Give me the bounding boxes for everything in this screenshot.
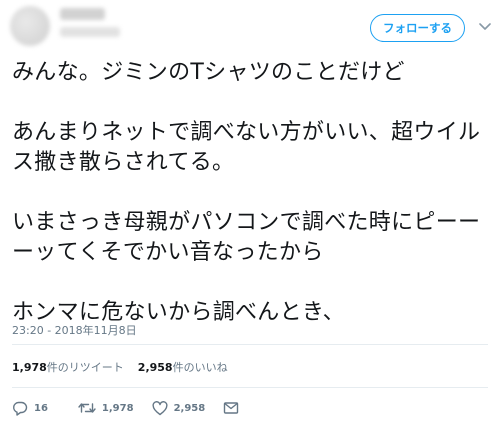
display-name-redacted[interactable] [60,8,105,20]
heart-icon [152,400,168,415]
retweet-stat-count: 1,978 [12,361,47,374]
direct-message-button[interactable] [223,401,239,415]
tweet-paragraph: いまさっき母親がパソコンで調べた時にピーーーッてくそでかい音なったから [12,210,481,265]
engagement-stats: 1,978件のリツイート 2,958件のいいね [12,359,228,375]
follow-button[interactable]: フォローする [370,14,465,42]
dm-icon [224,402,239,414]
tweet-card: フォローする みんな。ジミンのTシャツのことだけど あんまりネットで調べない方が… [0,0,500,427]
tweet-text: みんな。ジミンのTシャツのことだけど あんまりネットで調べない方がいい、超ウイル… [12,58,492,328]
retweet-button[interactable]: 1,978 [78,401,134,415]
divider [12,344,488,345]
reply-button[interactable]: 16 [12,401,48,416]
like-count: 2,958 [173,402,206,414]
reply-icon [13,401,28,416]
divider [12,387,488,388]
like-button[interactable]: 2,958 [152,400,206,416]
chevron-down-icon[interactable] [479,22,491,32]
retweet-stat[interactable]: 1,978件のリツイート [12,359,124,375]
action-bar: 16 1,978 2,958 [12,399,257,417]
like-stat[interactable]: 2,958件のいいね [138,359,228,375]
like-stat-label: 件のいいね [172,361,228,374]
tweet-timestamp[interactable]: 23:20 - 2018年11月8日 [12,322,137,338]
handle-redacted [60,27,120,37]
like-stat-count: 2,958 [137,361,173,374]
avatar[interactable] [10,6,50,46]
reply-count: 16 [34,402,48,414]
retweet-count: 1,978 [101,402,134,414]
retweet-stat-label: 件のリツイート [46,361,124,374]
tweet-paragraph: あんまりネットで調べない方がいい、超ウイルス撒き散らされてる。 [12,120,481,175]
tweet-paragraph: みんな。ジミンのTシャツのことだけど [12,60,405,85]
retweet-icon [78,403,96,413]
